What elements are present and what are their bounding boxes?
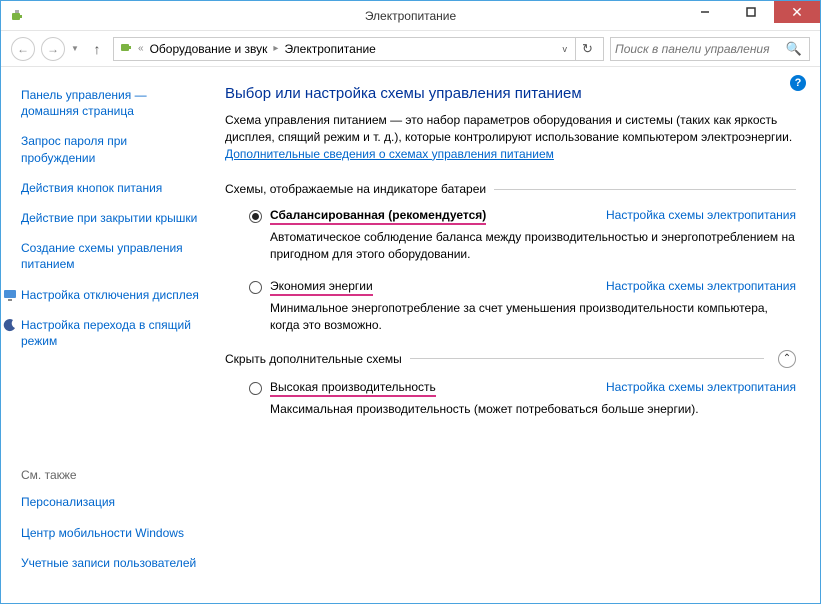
additional-plans-group: Скрыть дополнительные схемы ⌃ Высокая пр… <box>225 350 796 418</box>
sidebar-display-off[interactable]: Настройка отключения дисплея <box>3 287 201 303</box>
page-title: Выбор или настройка схемы управления пит… <box>225 85 796 102</box>
plan-saver: Экономия энергии Настройка схемы электро… <box>249 279 796 334</box>
window-title: Электропитание <box>365 9 456 23</box>
plan-settings-link[interactable]: Настройка схемы электропитания <box>606 208 796 222</box>
plan-name-high[interactable]: Высокая производительность <box>270 380 436 397</box>
search-box[interactable]: 🔍 <box>610 37 810 61</box>
plan-settings-link[interactable]: Настройка схемы электропитания <box>606 380 796 394</box>
plan-desc-high: Максимальная производительность (может п… <box>270 401 796 418</box>
moon-icon <box>3 318 17 332</box>
back-button[interactable]: ← <box>11 37 35 61</box>
sidebar-wake-password[interactable]: Запрос пароля при пробуждении <box>21 133 201 165</box>
titlebar: Электропитание ✕ <box>1 1 820 31</box>
sidebar-item-label: Настройка отключения дисплея <box>21 288 199 302</box>
sidebar-sleep[interactable]: Настройка перехода в спящий режим <box>3 317 201 349</box>
content-area: ? Панель управления — домашняя страница … <box>1 67 820 603</box>
sidebar-item-label: Настройка перехода в спящий режим <box>21 318 191 348</box>
divider <box>410 358 764 359</box>
radio-high[interactable] <box>249 382 262 395</box>
plan-name-balanced[interactable]: Сбалансированная (рекомендуется) <box>270 208 486 225</box>
nav-toolbar: ← → ▼ ↑ « Оборудование и звук ▸ Электроп… <box>1 31 820 67</box>
crumb-power[interactable]: Электропитание <box>282 42 377 56</box>
sidebar-see-also: См. также Персонализация Центр мобильнос… <box>21 468 201 585</box>
window-controls: ✕ <box>682 1 820 23</box>
up-button[interactable]: ↑ <box>87 39 107 59</box>
see-also-heading: См. также <box>21 468 201 482</box>
close-button[interactable]: ✕ <box>774 1 820 23</box>
sidebar-home[interactable]: Панель управления — домашняя страница <box>21 87 201 119</box>
radio-saver[interactable] <box>249 281 262 294</box>
group-label-hide: Скрыть дополнительные схемы <box>225 352 402 366</box>
group-label-battery: Схемы, отображаемые на индикаторе батаре… <box>225 182 486 196</box>
back-chevron-icon[interactable]: « <box>138 43 144 54</box>
main-panel: Выбор или настройка схемы управления пит… <box>211 67 820 603</box>
plan-desc-saver: Минимальное энергопотребление за счет ум… <box>270 300 796 334</box>
sidebar-create-plan[interactable]: Создание схемы управления питанием <box>21 240 201 272</box>
radio-balanced[interactable] <box>249 210 262 223</box>
history-dropdown-icon[interactable]: ▼ <box>71 44 81 53</box>
battery-plans-group: Схемы, отображаемые на индикаторе батаре… <box>225 182 796 333</box>
help-icon[interactable]: ? <box>790 75 806 91</box>
power-path-icon <box>118 39 134 58</box>
minimize-button[interactable] <box>682 1 728 23</box>
chevron-up-icon: ⌃ <box>783 353 791 364</box>
monitor-icon <box>3 288 17 302</box>
chevron-right-icon: ▸ <box>273 43 278 54</box>
sidebar-mobility[interactable]: Центр мобильности Windows <box>21 525 201 541</box>
refresh-button[interactable]: ↻ <box>575 38 599 60</box>
power-app-icon <box>9 8 25 24</box>
crumb-hardware-sound[interactable]: Оборудование и звук <box>148 42 270 56</box>
address-bar[interactable]: « Оборудование и звук ▸ Электропитание v… <box>113 37 604 61</box>
page-description: Схема управления питанием — это набор па… <box>225 112 796 162</box>
plan-desc-balanced: Автоматическое соблюдение баланса между … <box>270 229 796 263</box>
address-dropdown-icon[interactable]: v <box>559 44 572 54</box>
sidebar-lid-action[interactable]: Действие при закрытии крышки <box>21 210 201 226</box>
sidebar: Панель управления — домашняя страница За… <box>1 67 211 603</box>
collapse-button[interactable]: ⌃ <box>778 350 796 368</box>
search-icon[interactable]: 🔍 <box>783 41 805 57</box>
maximize-button[interactable] <box>728 1 774 23</box>
sidebar-personalization[interactable]: Персонализация <box>21 494 201 510</box>
learn-more-link[interactable]: Дополнительные сведения о схемах управле… <box>225 147 554 161</box>
plan-name-saver[interactable]: Экономия энергии <box>270 279 373 296</box>
sidebar-user-accounts[interactable]: Учетные записи пользователей <box>21 555 201 571</box>
plan-high-performance: Высокая производительность Настройка схе… <box>249 380 796 418</box>
forward-button[interactable]: → <box>41 37 65 61</box>
sidebar-button-actions[interactable]: Действия кнопок питания <box>21 180 201 196</box>
plan-settings-link[interactable]: Настройка схемы электропитания <box>606 279 796 293</box>
plan-balanced: Сбалансированная (рекомендуется) Настрой… <box>249 208 796 263</box>
search-input[interactable] <box>615 42 783 56</box>
divider <box>494 189 796 190</box>
